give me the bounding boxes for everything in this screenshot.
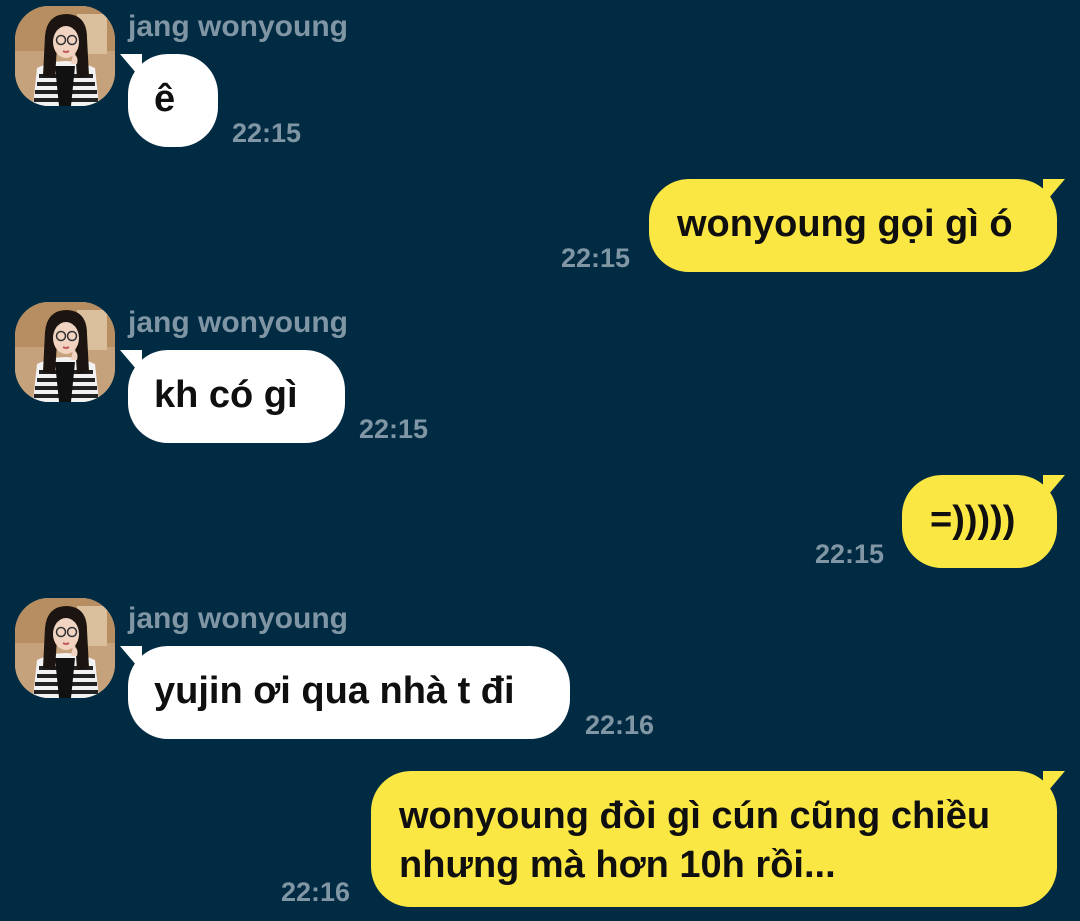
avatar-jang-wonyoung[interactable] bbox=[15, 6, 115, 106]
message-bubble-incoming[interactable]: kh có gì bbox=[120, 350, 345, 443]
profile-photo-icon bbox=[15, 598, 115, 698]
message-text: kh có gì bbox=[154, 374, 298, 416]
message-timestamp: 22:15 bbox=[561, 243, 631, 273]
message-text: wonyoung gọi gì ó bbox=[677, 203, 1013, 245]
message-text-line-1: wonyoung đòi gì cún cũng chiều bbox=[399, 795, 991, 837]
message-timestamp: 22:16 bbox=[281, 877, 351, 907]
message-timestamp: 22:15 bbox=[359, 414, 429, 444]
message-bubble-incoming[interactable]: yujin ơi qua nhà t đi bbox=[120, 646, 570, 739]
message-timestamp: 22:16 bbox=[585, 710, 655, 740]
message-text: yujin ơi qua nhà t đi bbox=[154, 670, 515, 712]
sender-name: jang wonyoung bbox=[128, 602, 348, 635]
message-bubble-outgoing[interactable]: wonyoung đòi gì cún cũng chiều nhưng mà … bbox=[371, 771, 1065, 907]
sender-name: jang wonyoung bbox=[128, 10, 348, 43]
message-bubble-outgoing[interactable]: =))))) bbox=[902, 475, 1065, 568]
message-timestamp: 22:15 bbox=[815, 539, 885, 569]
profile-photo-icon bbox=[15, 302, 115, 402]
sender-name: jang wonyoung bbox=[128, 306, 348, 339]
profile-photo-icon bbox=[15, 6, 115, 106]
message-timestamp: 22:15 bbox=[232, 118, 302, 148]
avatar-jang-wonyoung[interactable] bbox=[15, 302, 115, 402]
message-text-line-2: nhưng mà hơn 10h rồi... bbox=[399, 844, 836, 886]
message-bubble-incoming[interactable]: ê bbox=[120, 54, 218, 147]
avatar-jang-wonyoung[interactable] bbox=[15, 598, 115, 698]
message-text: ê bbox=[154, 78, 176, 120]
message-bubble-outgoing[interactable]: wonyoung gọi gì ó bbox=[649, 179, 1065, 272]
message-text: =))))) bbox=[930, 499, 1016, 541]
